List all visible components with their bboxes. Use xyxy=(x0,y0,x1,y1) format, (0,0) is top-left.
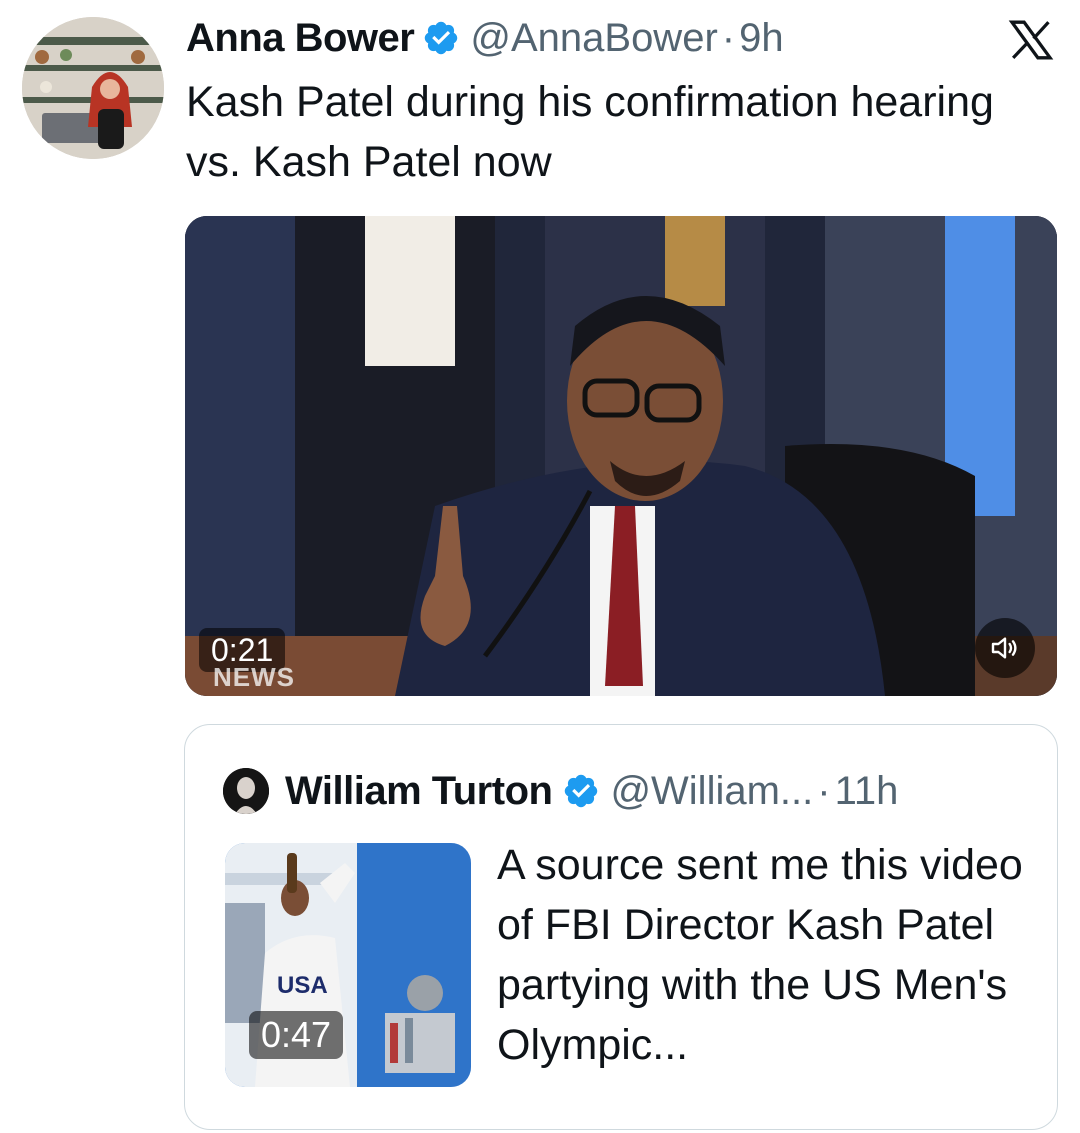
news-watermark: NEWS xyxy=(213,662,295,692)
quoted-author-avatar[interactable] xyxy=(223,768,269,814)
quoted-video-duration: 0:47 xyxy=(249,1011,344,1059)
quoted-author-name[interactable]: William Turton xyxy=(285,769,553,814)
mute-button[interactable] xyxy=(975,618,1035,678)
author-avatar[interactable] xyxy=(22,17,164,159)
tweet-header: Anna Bower @AnnaBower · 9h xyxy=(186,12,784,64)
quoted-author-handle[interactable]: @William... xyxy=(610,769,813,814)
quoted-tweet-header: William Turton @William... · 11h xyxy=(223,765,898,817)
timestamp[interactable]: 9h xyxy=(739,16,784,61)
quoted-tweet-text: A source sent me this video of FBI Direc… xyxy=(497,841,1023,1069)
author-handle[interactable]: @AnnaBower xyxy=(470,16,717,61)
video-thumbnail xyxy=(185,216,1057,696)
verified-badge-icon xyxy=(422,19,460,57)
quoted-tweet-card[interactable]: William Turton @William... · 11h USA 0:4… xyxy=(184,724,1058,1130)
tweet-text: Kash Patel during his confirmation heari… xyxy=(186,78,994,186)
separator-dot: · xyxy=(817,768,831,813)
video-player[interactable]: 0:21 NEWS xyxy=(185,216,1057,696)
svg-text:USA: USA xyxy=(277,972,328,999)
quoted-avatar-image xyxy=(223,768,269,814)
quoted-video-thumbnail[interactable]: USA 0:47 xyxy=(225,843,471,1087)
separator-dot: · xyxy=(721,15,736,60)
verified-badge-icon xyxy=(562,772,600,810)
author-name[interactable]: Anna Bower xyxy=(186,16,415,61)
x-logo-icon xyxy=(1008,20,1054,60)
quoted-timestamp[interactable]: 11h xyxy=(835,769,899,814)
speaker-icon xyxy=(991,637,1017,659)
avatar-image xyxy=(22,17,164,159)
